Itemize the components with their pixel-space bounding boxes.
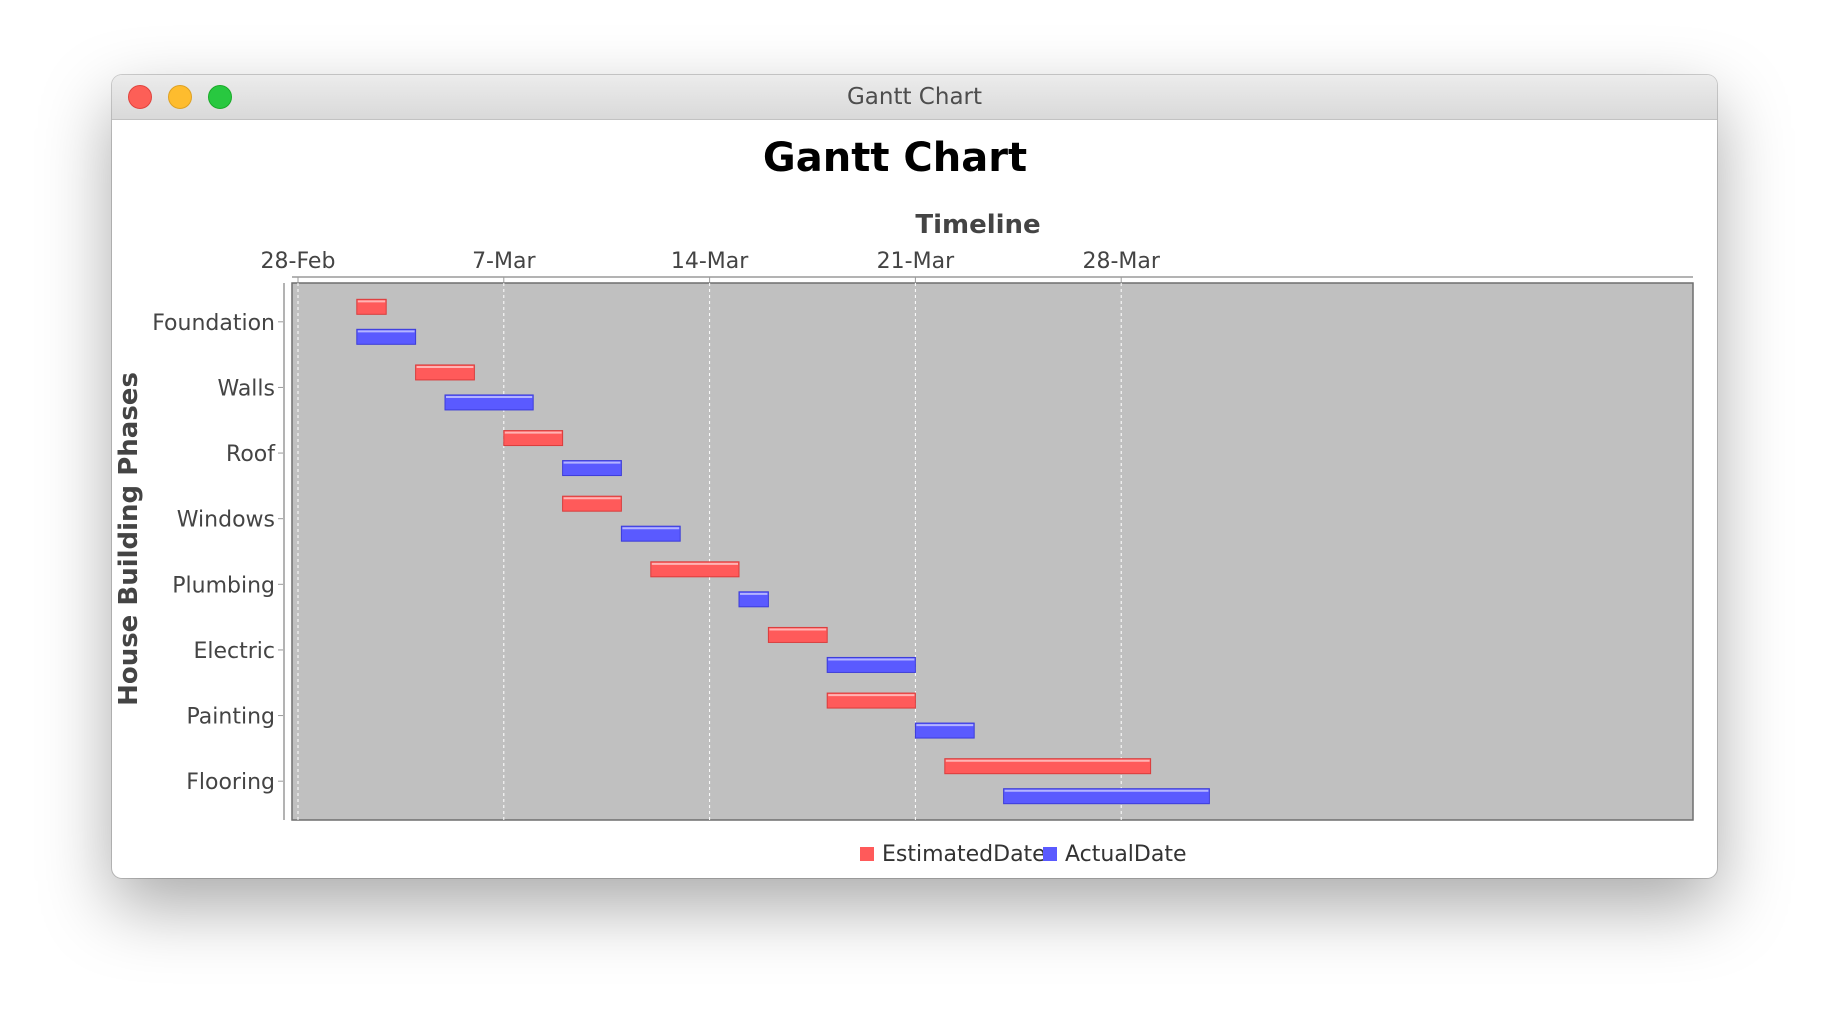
y-axis-label: House Building Phases: [114, 372, 144, 706]
x-tick-label: 21-Mar: [877, 249, 955, 274]
y-tick-label-electric: Electric: [193, 639, 275, 664]
y-tick-label-walls: Walls: [217, 376, 275, 401]
gantt-chart: Gantt Chart Timeline House Building Phas…: [114, 135, 1694, 867]
window-titlebar[interactable]: Gantt Chart: [112, 75, 1717, 120]
legend-label-estimateddate: EstimatedDate: [882, 842, 1046, 867]
y-tick-label-roof: Roof: [226, 442, 276, 467]
y-tick-label-plumbing: Plumbing: [172, 573, 275, 598]
x-tick-label: 14-Mar: [671, 249, 749, 274]
y-tick-label-windows: Windows: [177, 508, 275, 533]
window-title: Gantt Chart: [846, 84, 983, 110]
legend-swatch-actualdate: [1043, 847, 1057, 861]
y-tick-label-foundation: Foundation: [152, 311, 275, 336]
y-tick-label-flooring: Flooring: [186, 770, 275, 795]
x-tick-label: 7-Mar: [472, 249, 536, 274]
x-tick-label: 28-Mar: [1082, 249, 1160, 274]
legend-swatch-estimateddate: [860, 847, 874, 861]
x-axis-label: Timeline: [915, 210, 1040, 240]
y-axis-ticks: Foundation Walls Roof Windows Plumbing Electr…: [152, 311, 283, 795]
app-window: Gantt Chart Gantt Chart Timeline House B…: [112, 75, 1717, 878]
x-tick-label: 28-Feb: [261, 249, 336, 274]
plot-area: [291, 282, 1694, 821]
legend-label-actualdate: ActualDate: [1065, 842, 1187, 867]
chart-title: Gantt Chart: [763, 135, 1027, 181]
legend: EstimatedDate ActualDate: [860, 842, 1187, 867]
desktop-background: Gantt Chart Gantt Chart Timeline House B…: [0, 0, 1824, 1024]
y-tick-label-painting: Painting: [187, 705, 275, 730]
